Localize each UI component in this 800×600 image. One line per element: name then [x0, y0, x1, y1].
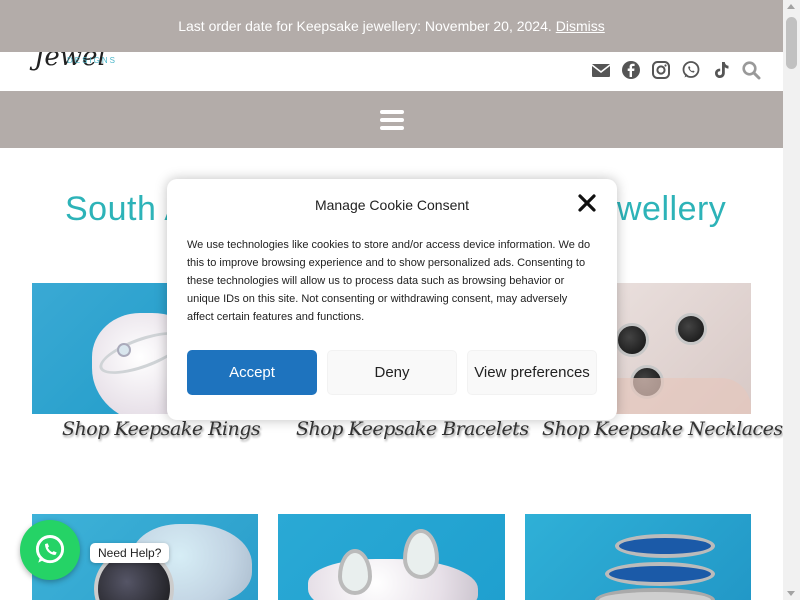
teardrop-decoration: [403, 529, 439, 579]
scroll-down-arrow[interactable]: [787, 591, 795, 596]
deny-button[interactable]: Deny: [327, 350, 457, 395]
pendant-decoration: [675, 313, 707, 345]
notice-bar: Last order date for Keepsake jewellery: …: [0, 0, 783, 52]
envelope-icon[interactable]: [591, 60, 611, 80]
search-icon[interactable]: [741, 60, 761, 80]
whatsapp-chat-button[interactable]: [20, 520, 80, 580]
teardrop-decoration: [338, 549, 372, 595]
view-preferences-button[interactable]: View preferences: [467, 350, 597, 395]
crystal-decoration: [308, 559, 478, 600]
pendant-decoration: [615, 323, 649, 357]
site-header: Jewel DESIGNS: [0, 42, 783, 91]
dismiss-link[interactable]: Dismiss: [556, 18, 605, 34]
caption-necklaces[interactable]: Shop Keepsake Necklaces: [542, 418, 783, 440]
tiktok-icon[interactable]: [711, 60, 731, 80]
cookie-consent-dialog: Manage Cookie Consent We use technologie…: [167, 179, 617, 420]
hamburger-menu-icon[interactable]: [379, 109, 404, 130]
accept-button[interactable]: Accept: [187, 350, 317, 395]
main-nav: [0, 91, 783, 148]
stacked-ring-decoration: [605, 562, 715, 586]
notice-text: Last order date for Keepsake jewellery: …: [178, 18, 552, 34]
close-icon[interactable]: [577, 193, 597, 213]
facebook-icon[interactable]: [621, 60, 641, 80]
cookie-dialog-body: We use technologies like cookies to stor…: [187, 239, 591, 323]
whatsapp-icon[interactable]: [681, 60, 701, 80]
instagram-icon[interactable]: [651, 60, 671, 80]
need-help-label[interactable]: Need Help?: [90, 543, 170, 563]
product-image-teardrop-rings[interactable]: [278, 514, 505, 600]
logo-subtitle: DESIGNS: [67, 56, 118, 65]
social-icons: [591, 60, 761, 80]
stacked-ring-decoration: [615, 534, 715, 558]
whatsapp-icon: [35, 535, 65, 564]
site-logo[interactable]: Jewel DESIGNS: [34, 42, 164, 72]
scroll-up-arrow[interactable]: [787, 4, 795, 9]
ring-stone: [117, 343, 131, 357]
stacked-ring-decoration: [595, 588, 715, 600]
product-image-stacked-rings[interactable]: [525, 514, 751, 600]
caption-rings[interactable]: Shop Keepsake Rings: [62, 418, 261, 440]
page-title-right: wellery: [617, 190, 727, 228]
scroll-thumb[interactable]: [786, 17, 797, 69]
scrollbar[interactable]: [783, 0, 800, 600]
cookie-dialog-title: Manage Cookie Consent: [314, 197, 470, 213]
caption-bracelets[interactable]: Shop Keepsake Bracelets: [296, 418, 529, 440]
